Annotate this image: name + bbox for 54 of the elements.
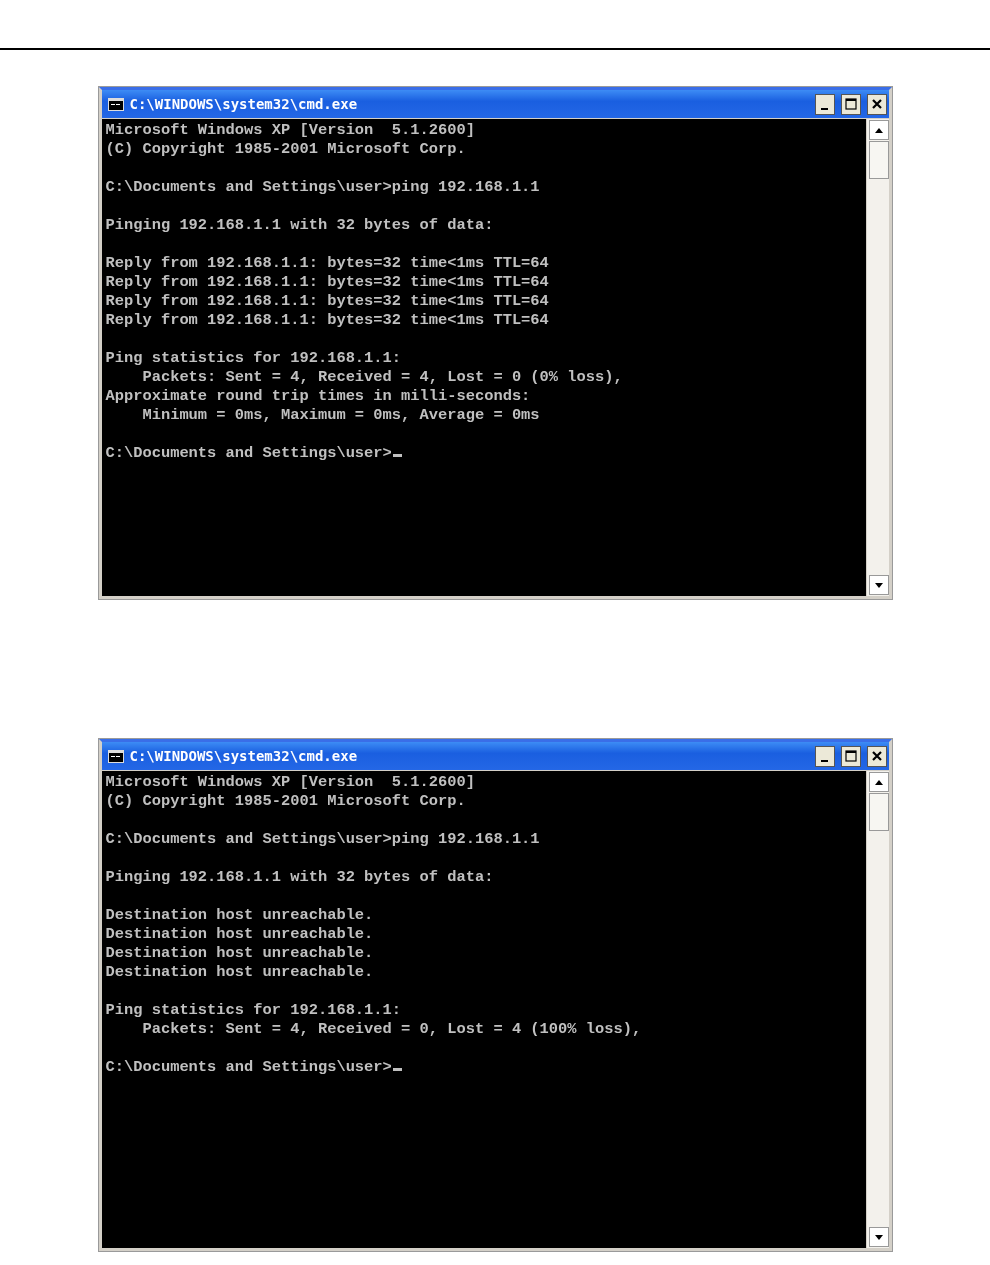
console-line: Reply from 192.168.1.1: bytes=32 time<1ms TTL=64	[105, 254, 550, 273]
minimize-button[interactable]	[814, 745, 835, 767]
console-line: C:\Documents and Settings\user>	[105, 444, 862, 463]
up-arrow-icon	[874, 779, 883, 785]
scroll-up-button[interactable]	[868, 772, 889, 792]
close-button[interactable]	[866, 745, 887, 767]
console-icon	[107, 749, 124, 763]
up-arrow-icon	[874, 127, 883, 133]
console-line: Destination host unreachable.	[105, 906, 375, 925]
console-line: C:\Documents and Settings\user>	[105, 1058, 862, 1077]
console-line: Microsoft Windows XP [Version 5.1.2600]	[105, 121, 476, 140]
console-line: Destination host unreachable.	[105, 944, 375, 963]
console-line: Destination host unreachable.	[105, 963, 375, 982]
console-line: Pinging 192.168.1.1 with 32 bytes of data:	[105, 868, 495, 887]
scroll-up-button[interactable]	[868, 120, 889, 140]
console-line: Microsoft Windows XP [Version 5.1.2600]	[105, 773, 476, 792]
console-line: C:\Documents and Settings\user>ping 192.168.1.1	[105, 178, 541, 197]
scroll-thumb[interactable]	[868, 141, 889, 179]
console-line: Reply from 192.168.1.1: bytes=32 time<1ms TTL=64	[105, 273, 550, 292]
console-line: Packets: Sent = 4, Received = 0, Lost = 4 (100% loss),	[141, 1020, 643, 1039]
console-line: C:\Documents and Settings\user>ping 192.168.1.1	[105, 830, 541, 849]
minimize-icon	[821, 760, 828, 762]
console-line: Approximate round trip times in milli-seconds:	[105, 387, 532, 406]
console-line: Destination host unreachable.	[105, 925, 375, 944]
scroll-down-button[interactable]	[868, 575, 889, 595]
minimize-button[interactable]	[814, 93, 835, 115]
close-button[interactable]	[866, 93, 887, 115]
maximize-button[interactable]	[840, 745, 861, 767]
scroll-down-button[interactable]	[868, 1227, 889, 1247]
console-icon	[107, 97, 124, 111]
window-title: C:\WINDOWS\system32\cmd.exe	[129, 748, 359, 764]
console-line: Pinging 192.168.1.1 with 32 bytes of data:	[105, 216, 495, 235]
scrollbar[interactable]	[865, 771, 889, 1248]
console-line: (C) Copyright 1985-2001 Microsoft Corp.	[105, 140, 467, 159]
maximize-button[interactable]	[840, 93, 861, 115]
window-title: C:\WINDOWS\system32\cmd.exe	[129, 96, 359, 112]
console-line: (C) Copyright 1985-2001 Microsoft Corp.	[105, 792, 467, 811]
console-line: Minimum = 0ms, Maximum = 0ms, Average = 0ms	[141, 406, 541, 425]
close-icon	[870, 750, 883, 762]
maximize-icon	[844, 98, 857, 110]
text-cursor	[392, 1068, 402, 1071]
down-arrow-icon	[874, 582, 883, 588]
close-icon	[870, 98, 883, 110]
minimize-icon	[821, 108, 828, 110]
console-line: Ping statistics for 192.168.1.1:	[105, 349, 403, 368]
scrollbar[interactable]	[865, 119, 889, 596]
down-arrow-icon	[874, 1234, 883, 1240]
console-line: Ping statistics for 192.168.1.1:	[105, 1001, 403, 1020]
maximize-icon	[844, 750, 857, 762]
scroll-thumb[interactable]	[868, 793, 889, 831]
console-line: Packets: Sent = 4, Received = 4, Lost = 0 (0% loss),	[141, 368, 624, 387]
text-cursor	[392, 454, 402, 457]
console-line: Reply from 192.168.1.1: bytes=32 time<1ms TTL=64	[105, 292, 550, 311]
console-line: Reply from 192.168.1.1: bytes=32 time<1ms TTL=64	[105, 311, 550, 330]
